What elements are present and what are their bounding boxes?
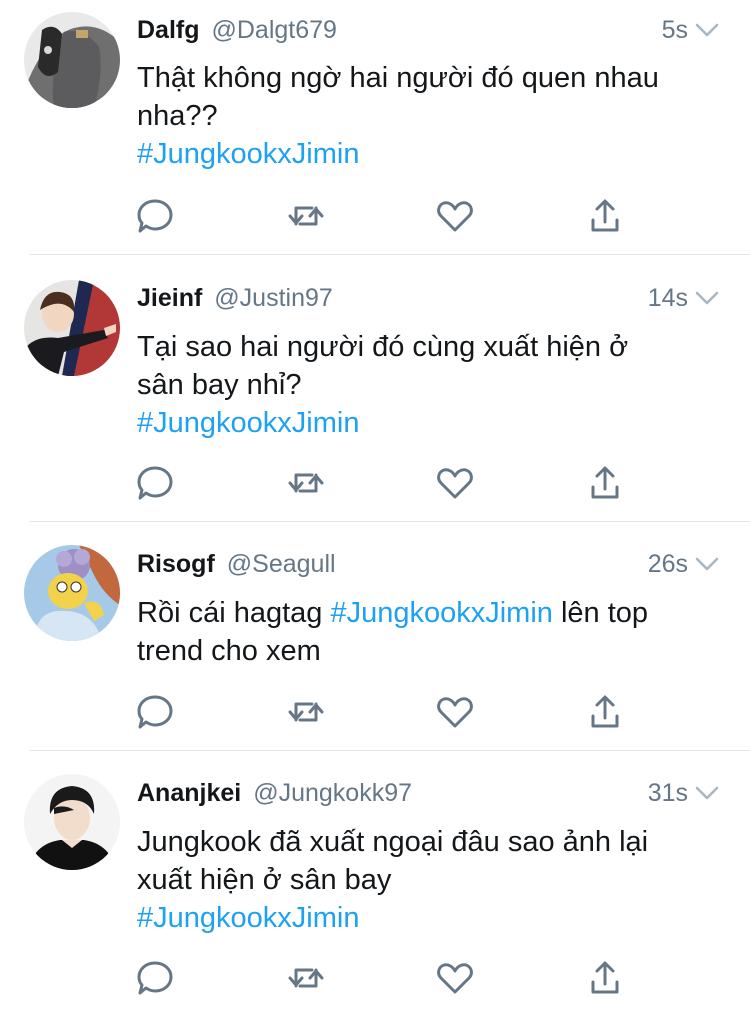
timestamp: 26s [647,549,688,578]
retweet-icon[interactable] [286,196,326,236]
display-name[interactable]: Risogf [137,550,215,579]
display-name[interactable]: Jieinf [137,284,202,313]
avatar[interactable] [24,774,120,870]
retweet-icon[interactable] [286,463,326,503]
tweet-text-line: trend cho xem [137,635,321,667]
like-icon[interactable] [435,196,475,236]
chevron-down-icon[interactable] [694,551,720,577]
tweet[interactable]: Dalfg @Dalgt679 5s Thật không ngờ hai ng… [0,0,750,255]
tweet[interactable]: Ananjkei @Jungkokk97 31s Jungkook đã xuấ… [0,751,750,1010]
hashtag-link[interactable]: #JungkookxJimin [137,404,730,442]
tweet-text-line: Tại sao hai người đó cùng xuất hiện ở [137,331,629,363]
user-handle[interactable]: @Dalgt679 [212,16,337,45]
share-icon[interactable] [585,958,625,998]
tweet-text-line: Thật không ngờ hai người đó quen nhau [137,62,659,94]
share-icon[interactable] [585,196,625,236]
chevron-down-icon[interactable] [694,780,720,806]
reply-icon[interactable] [135,463,175,503]
avatar[interactable] [24,12,120,108]
tweet-actions [0,958,750,998]
tweet[interactable]: Risogf @Seagull 26s Rồi cái hagtag #Jung… [0,522,750,751]
hashtag-link[interactable]: #JungkookxJimin [330,597,552,629]
share-icon[interactable] [585,463,625,503]
tweet-text-line: xuất hiện ở sân bay [137,864,392,896]
tweet-text: Tại sao hai người đó cùng xuất hiện ở sâ… [137,328,730,442]
tweet-actions [0,196,750,236]
tweet-text: Jungkook đã xuất ngoại đâu sao ảnh lại x… [137,823,730,937]
like-icon[interactable] [435,692,475,732]
reply-icon[interactable] [135,692,175,732]
retweet-icon[interactable] [286,958,326,998]
retweet-icon[interactable] [286,692,326,732]
tweet-text-segment: lên top [552,597,649,629]
display-name[interactable]: Dalfg [137,16,200,45]
tweet-actions [0,463,750,503]
hashtag-link[interactable]: #JungkookxJimin [137,135,730,173]
gray-hoodie-avatar-icon [24,12,120,108]
chevron-down-icon[interactable] [694,285,720,311]
avatar[interactable] [24,280,120,376]
tweet-feed: Dalfg @Dalgt679 5s Thật không ngờ hai ng… [0,0,750,1010]
avatar[interactable] [24,545,120,641]
tweet-text-segment: Rồi cái hagtag [137,597,331,629]
share-icon[interactable] [585,692,625,732]
user-handle[interactable]: @Seagull [227,550,336,579]
timestamp: 14s [647,283,688,312]
timestamp: 5s [661,15,688,44]
tweet-actions [0,692,750,732]
tweet-text-line: Rồi cái hagtag #JungkookxJimin lên top [137,594,730,632]
user-handle[interactable]: @Justin97 [214,284,333,313]
tweet-text: Thật không ngờ hai người đó quen nhau nh… [137,59,730,173]
user-handle[interactable]: @Jungkokk97 [253,779,412,808]
tweet-text-line: nha?? [137,100,218,132]
person-pointing-avatar-icon [24,280,120,376]
tweet-text-line: Jungkook đã xuất ngoại đâu sao ảnh lại [137,826,649,858]
hashtag-link[interactable]: #JungkookxJimin [137,899,730,937]
reply-icon[interactable] [135,958,175,998]
chevron-down-icon[interactable] [694,17,720,43]
like-icon[interactable] [435,958,475,998]
like-icon[interactable] [435,463,475,503]
display-name[interactable]: Ananjkei [137,779,241,808]
tweet-text-line: sân bay nhỉ? [137,369,302,401]
reply-icon[interactable] [135,196,175,236]
tweet-text: Rồi cái hagtag #JungkookxJimin lên top t… [137,594,730,670]
timestamp: 31s [647,778,688,807]
young-man-avatar-icon [24,774,120,870]
cartoon-character-avatar-icon [24,545,120,641]
tweet[interactable]: Jieinf @Justin97 14s Tại sao hai người đ… [0,255,750,522]
